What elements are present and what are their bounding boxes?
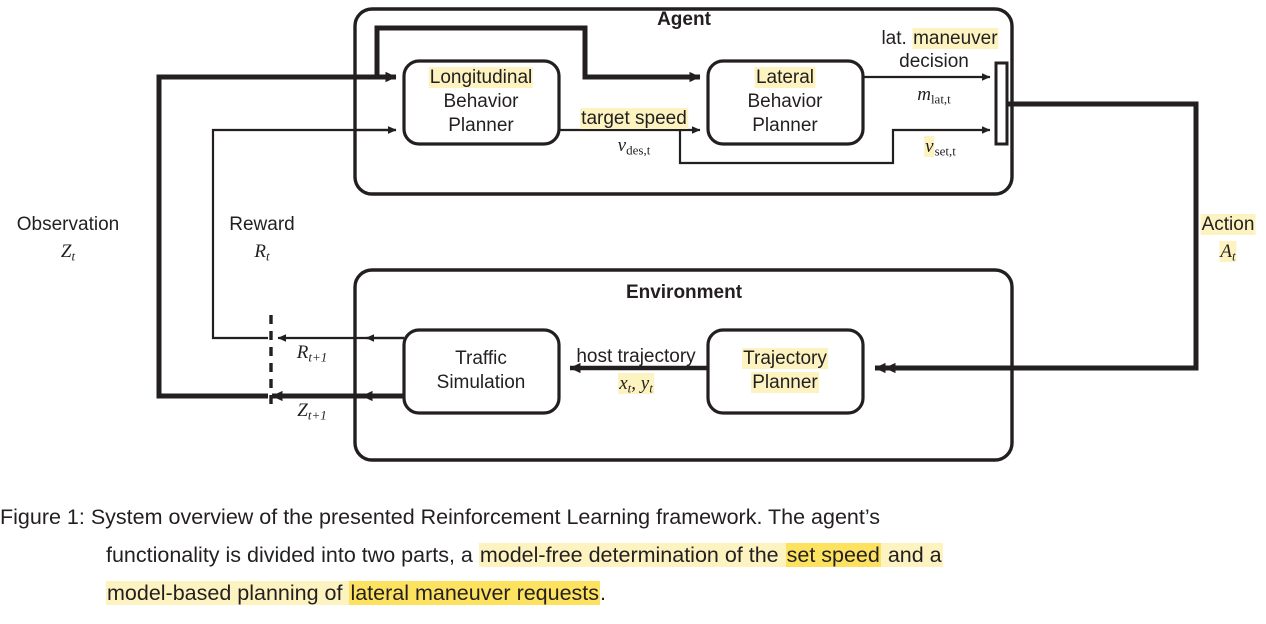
environment-box-title: Environment bbox=[625, 282, 743, 303]
caption-line1-rest: System overview of the presented Reinfor… bbox=[84, 505, 880, 529]
v-set-label: vset,t bbox=[924, 135, 956, 163]
caption-line3-highlight-strong: lateral maneuver requests bbox=[349, 581, 601, 605]
observation-edge bbox=[156, 71, 397, 399]
lateral-behavior-planner-label: Lateral Behavior Planner bbox=[748, 66, 823, 138]
r-next-subscript: t+1 bbox=[308, 349, 328, 365]
caption-line3-highlight-a: model-based planning of bbox=[106, 581, 350, 605]
z-symbol: Z bbox=[60, 241, 72, 262]
xt-yt-label: xt, yt bbox=[618, 372, 654, 400]
r-symbol: R bbox=[254, 241, 266, 262]
r-subscript: t bbox=[265, 248, 270, 264]
r-next-symbol: R bbox=[296, 342, 309, 363]
longitudinal-label-line1: Longitudinal bbox=[428, 67, 534, 88]
traffic-simulation-line2: Simulation bbox=[436, 372, 526, 393]
host-trajectory-label: host trajectory bbox=[576, 346, 696, 367]
caption-line2-highlight-a: model-free determination of the bbox=[478, 543, 786, 567]
m-lat-label: mlat,t bbox=[917, 83, 951, 111]
v-des-label: vdes,t bbox=[618, 134, 651, 162]
caption-line2-plain: functionality is divided into two parts,… bbox=[106, 543, 479, 567]
z-next-subscript: t+1 bbox=[307, 407, 327, 423]
v-set-subscript: set,t bbox=[934, 143, 956, 159]
y-symbol: , y bbox=[631, 373, 650, 394]
longitudinal-label-line3: Planner bbox=[448, 115, 514, 136]
reward-symbol-label: Rt bbox=[254, 240, 269, 268]
v-des-subscript: des,t bbox=[626, 142, 651, 158]
caption-line3-rest: . bbox=[600, 581, 607, 605]
reward-next-label: Rt+1 bbox=[297, 341, 328, 369]
action-merge-bar bbox=[994, 61, 1009, 146]
action-symbol-label: At bbox=[1219, 240, 1237, 268]
observation-symbol-label: Zt bbox=[61, 240, 75, 268]
trajectory-planner-line1: Trajectory bbox=[742, 348, 828, 369]
lat-maneuver-highlight: maneuver bbox=[912, 28, 999, 49]
lat-maneuver-plain: lat. bbox=[881, 28, 913, 49]
caption-line-1: Figure 1: System overview of the present… bbox=[0, 498, 1266, 536]
traffic-simulation-label: Traffic Simulation bbox=[437, 347, 526, 395]
observation-label: Observation bbox=[16, 214, 120, 235]
reward-label: Reward bbox=[229, 214, 295, 235]
z-next-symbol: Z bbox=[297, 400, 308, 421]
caption-figure-label: Figure 1: bbox=[0, 505, 85, 529]
caption-line2-highlight-b: and a bbox=[880, 543, 943, 567]
target-speed-label: target speed bbox=[580, 107, 688, 130]
caption-line-3: model-based planning of lateral maneuver… bbox=[0, 574, 1266, 612]
action-text: Action bbox=[1200, 214, 1256, 235]
lat-maneuver-decision-line2: decision bbox=[899, 51, 969, 72]
caption-line2-highlight-strong: set speed bbox=[785, 543, 881, 567]
trajectory-planner-label: Trajectory Planner bbox=[742, 347, 828, 395]
lateral-label-line2: Behavior bbox=[747, 91, 823, 112]
m-lat-subscript: lat,t bbox=[930, 91, 951, 107]
target-speed-text: target speed bbox=[580, 108, 688, 129]
agent-box-title: Agent bbox=[657, 9, 711, 30]
a-symbol: A bbox=[1220, 241, 1232, 262]
lateral-label-line3: Planner bbox=[752, 115, 818, 136]
longitudinal-behavior-planner-label: Longitudinal Behavior Planner bbox=[428, 66, 534, 138]
longitudinal-label-line2: Behavior bbox=[443, 91, 519, 112]
a-subscript: t bbox=[1231, 248, 1236, 264]
traffic-simulation-line1: Traffic bbox=[455, 348, 507, 369]
figure-container: Agent Environment Longitudinal Behavior … bbox=[0, 0, 1266, 624]
caption-line-2: functionality is divided into two parts,… bbox=[0, 536, 1266, 574]
v-set-symbol: v bbox=[924, 136, 935, 157]
system-overview-diagram bbox=[156, 7, 1199, 462]
y-subscript: t bbox=[649, 380, 653, 396]
z-subscript: t bbox=[71, 248, 76, 264]
lat-maneuver-line1: lat. maneuver bbox=[881, 27, 999, 50]
action-label: Action bbox=[1200, 213, 1256, 236]
m-lat-symbol: m bbox=[917, 84, 931, 105]
observation-next-label: Zt+1 bbox=[297, 399, 326, 427]
lateral-label-line1: Lateral bbox=[754, 67, 816, 88]
figure-caption: Figure 1: System overview of the present… bbox=[0, 498, 1266, 612]
trajectory-planner-line2: Planner bbox=[751, 372, 819, 393]
